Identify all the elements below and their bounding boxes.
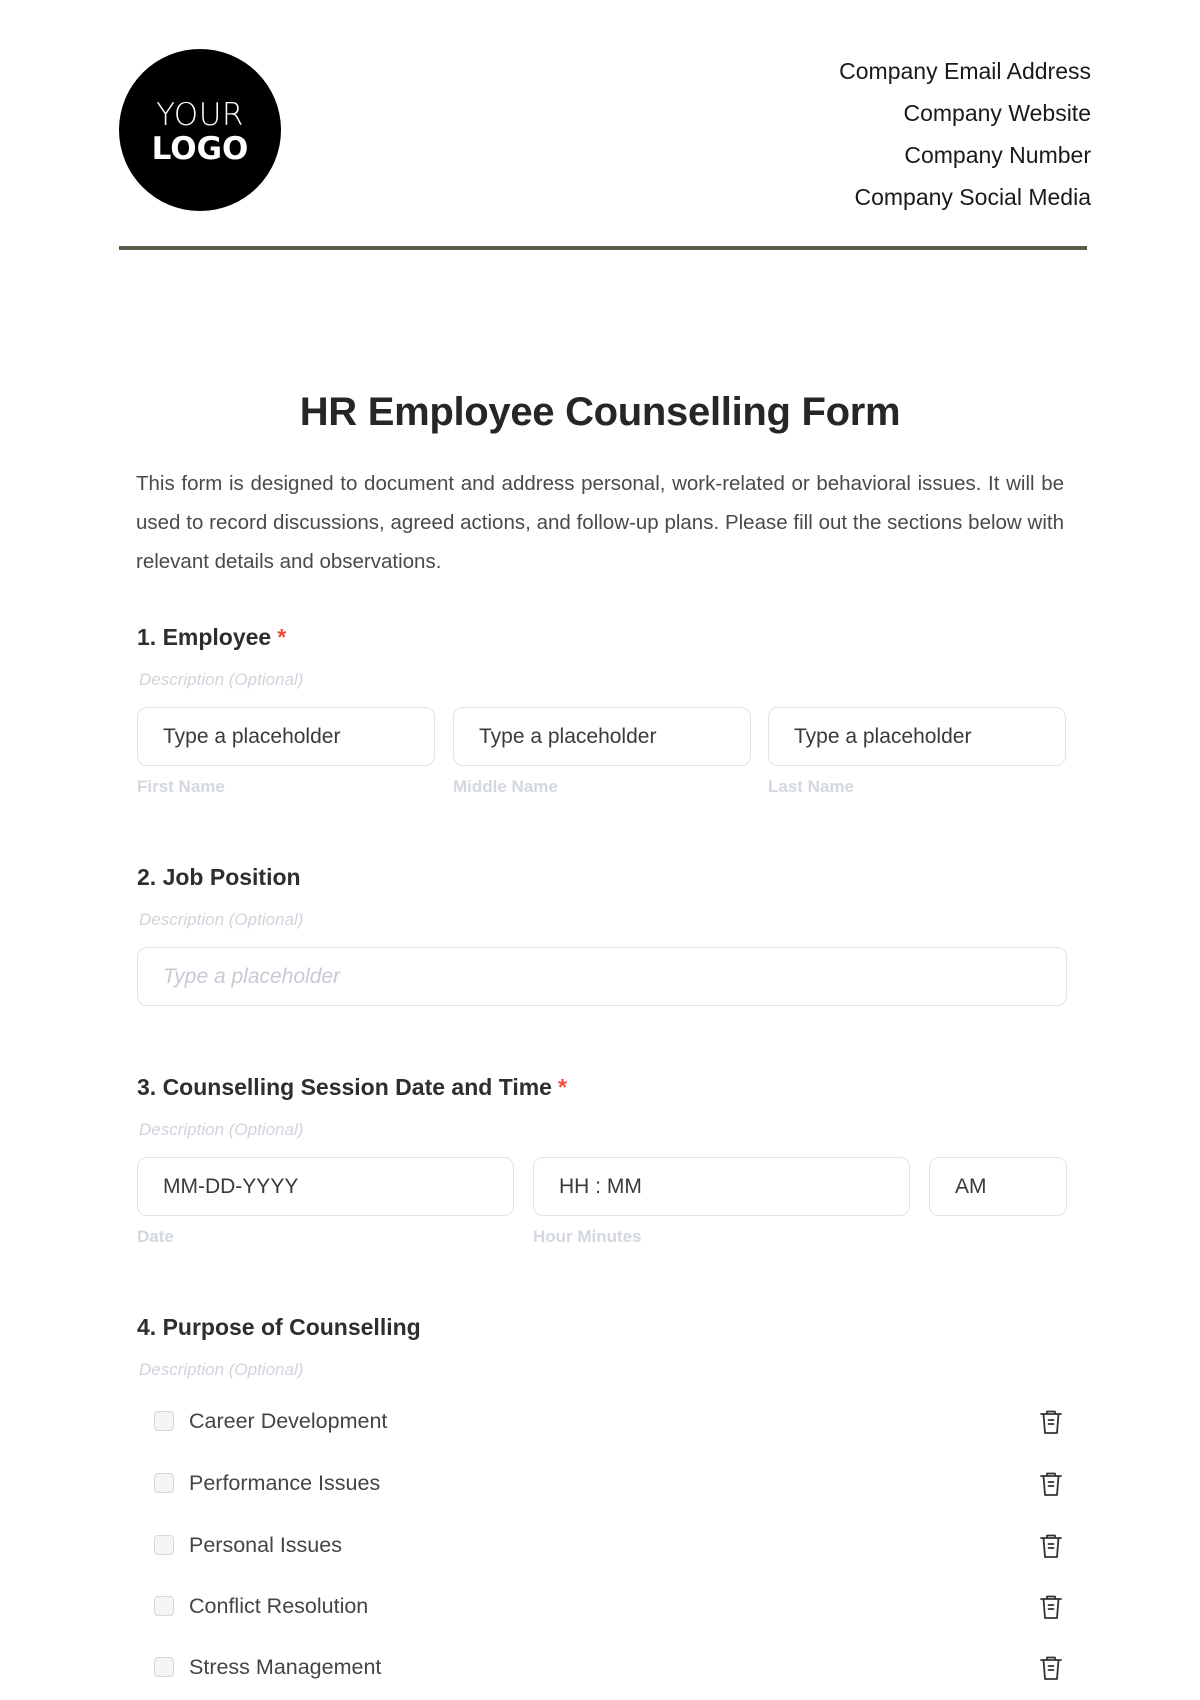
purpose-option[interactable]: Personal Issues bbox=[154, 1525, 1064, 1565]
am-pm-select[interactable]: AM bbox=[929, 1157, 1067, 1216]
company-website: Company Website bbox=[903, 100, 1092, 126]
purpose-option[interactable]: Stress Management bbox=[154, 1647, 1064, 1687]
section-title-text: 3. Counselling Session Date and Time bbox=[137, 1074, 552, 1100]
company-social-media: Company Social Media bbox=[854, 184, 1091, 210]
section-purpose-title: 4. Purpose of Counselling bbox=[137, 1314, 421, 1341]
section-employee-title: 1. Employee * bbox=[137, 624, 286, 651]
section-job-position-description[interactable]: Description (Optional) bbox=[139, 910, 303, 930]
trash-icon[interactable] bbox=[1038, 1532, 1064, 1560]
trash-icon[interactable] bbox=[1038, 1408, 1064, 1436]
company-email: Company Email Address bbox=[839, 58, 1091, 84]
checkbox[interactable] bbox=[154, 1411, 174, 1431]
first-name-label: First Name bbox=[137, 777, 225, 796]
logo-line-2: LOGO bbox=[151, 131, 249, 167]
job-position-input[interactable]: Type a placeholder bbox=[137, 947, 1067, 1006]
section-title-text: 1. Employee bbox=[137, 624, 272, 650]
trash-icon[interactable] bbox=[1038, 1470, 1064, 1498]
company-logo: YOUR LOGO bbox=[119, 49, 281, 211]
option-label[interactable]: Stress Management bbox=[189, 1655, 381, 1680]
date-label: Date bbox=[137, 1227, 174, 1246]
option-label[interactable]: Personal Issues bbox=[189, 1533, 342, 1558]
checkbox[interactable] bbox=[154, 1473, 174, 1493]
time-input[interactable]: HH : MM bbox=[533, 1157, 910, 1216]
section-title-text: 4. Purpose of Counselling bbox=[137, 1314, 421, 1340]
trash-icon[interactable] bbox=[1038, 1593, 1064, 1621]
logo-line-1: YOUR bbox=[156, 97, 244, 133]
checkbox[interactable] bbox=[154, 1657, 174, 1677]
section-session-datetime-title: 3. Counselling Session Date and Time * bbox=[137, 1074, 567, 1101]
form-title: HR Employee Counselling Form bbox=[299, 390, 901, 434]
hour-minutes-label: Hour Minutes bbox=[533, 1227, 642, 1246]
section-purpose-description[interactable]: Description (Optional) bbox=[139, 1360, 303, 1380]
last-name-input[interactable]: Type a placeholder bbox=[768, 707, 1066, 766]
checkbox[interactable] bbox=[154, 1596, 174, 1616]
purpose-option[interactable]: Career Development bbox=[154, 1401, 1064, 1441]
section-title-text: 2. Job Position bbox=[137, 864, 301, 890]
header-divider bbox=[119, 246, 1087, 250]
last-name-label: Last Name bbox=[768, 777, 854, 796]
company-info: Company Email Address Company Website Co… bbox=[839, 50, 1091, 218]
middle-name-input[interactable]: Type a placeholder bbox=[453, 707, 751, 766]
option-label[interactable]: Conflict Resolution bbox=[189, 1594, 368, 1619]
purpose-option[interactable]: Conflict Resolution bbox=[154, 1586, 1064, 1626]
date-input[interactable]: MM-DD-YYYY bbox=[137, 1157, 514, 1216]
company-number: Company Number bbox=[904, 142, 1091, 168]
trash-icon[interactable] bbox=[1038, 1654, 1064, 1682]
required-marker: * bbox=[277, 624, 287, 650]
form-description: This form is designed to document and ad… bbox=[136, 472, 1064, 573]
required-marker: * bbox=[557, 1074, 567, 1100]
section-job-position-title: 2. Job Position bbox=[137, 864, 301, 891]
checkbox[interactable] bbox=[154, 1535, 174, 1555]
section-employee-description[interactable]: Description (Optional) bbox=[139, 670, 303, 690]
first-name-input[interactable]: Type a placeholder bbox=[137, 707, 435, 766]
option-label[interactable]: Career Development bbox=[189, 1409, 387, 1434]
purpose-option[interactable]: Performance Issues bbox=[154, 1463, 1064, 1503]
middle-name-label: Middle Name bbox=[453, 777, 558, 796]
section-session-datetime-description[interactable]: Description (Optional) bbox=[139, 1120, 303, 1140]
option-label[interactable]: Performance Issues bbox=[189, 1471, 380, 1496]
